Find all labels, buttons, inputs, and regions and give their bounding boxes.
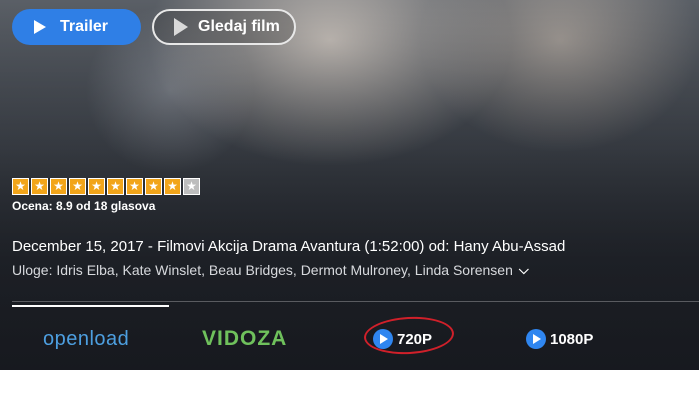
cast-list[interactable]: Uloge: Idris Elba, Kate Winslet, Beau Br… — [12, 262, 529, 278]
star-icon[interactable]: ★ — [183, 178, 200, 195]
trailer-label: Trailer — [60, 18, 109, 35]
rating-text: Ocena: 8.9 od 18 glasova — [12, 199, 156, 213]
star-icon[interactable]: ★ — [69, 178, 86, 195]
star-icon[interactable]: ★ — [12, 178, 29, 195]
active-source-indicator — [12, 305, 169, 307]
star-icon[interactable]: ★ — [107, 178, 124, 195]
star-rating[interactable]: ★ ★ ★ ★ ★ ★ ★ ★ ★ ★ — [12, 178, 200, 195]
source-1080p-label: 1080P — [550, 330, 594, 348]
star-icon[interactable]: ★ — [145, 178, 162, 195]
chevron-down-icon[interactable]: ⌵ — [519, 262, 529, 278]
star-icon[interactable]: ★ — [126, 178, 143, 195]
star-icon[interactable]: ★ — [88, 178, 105, 195]
watch-film-button[interactable]: Gledaj film — [152, 9, 296, 45]
sources-divider — [12, 301, 699, 302]
star-icon[interactable]: ★ — [164, 178, 181, 195]
trailer-button[interactable]: Trailer — [12, 9, 141, 45]
star-icon[interactable]: ★ — [31, 178, 48, 195]
play-icon — [34, 20, 46, 34]
movie-hero: Trailer Gledaj film ★ ★ ★ ★ ★ ★ ★ ★ ★ ★ Ocena: 8.… — [0, 0, 699, 370]
play-icon — [174, 18, 188, 36]
source-1080p[interactable]: 1080P — [526, 327, 593, 351]
movie-info: December 15, 2017 - Filmovi Akcija Drama… — [12, 238, 566, 255]
source-vidoza[interactable]: VIDOZA — [202, 327, 287, 351]
play-icon — [526, 329, 546, 349]
star-icon[interactable]: ★ — [50, 178, 67, 195]
cast-text: Uloge: Idris Elba, Kate Winslet, Beau Br… — [12, 262, 513, 278]
source-openload[interactable]: openload — [43, 327, 129, 351]
watch-film-label: Gledaj film — [198, 18, 280, 35]
